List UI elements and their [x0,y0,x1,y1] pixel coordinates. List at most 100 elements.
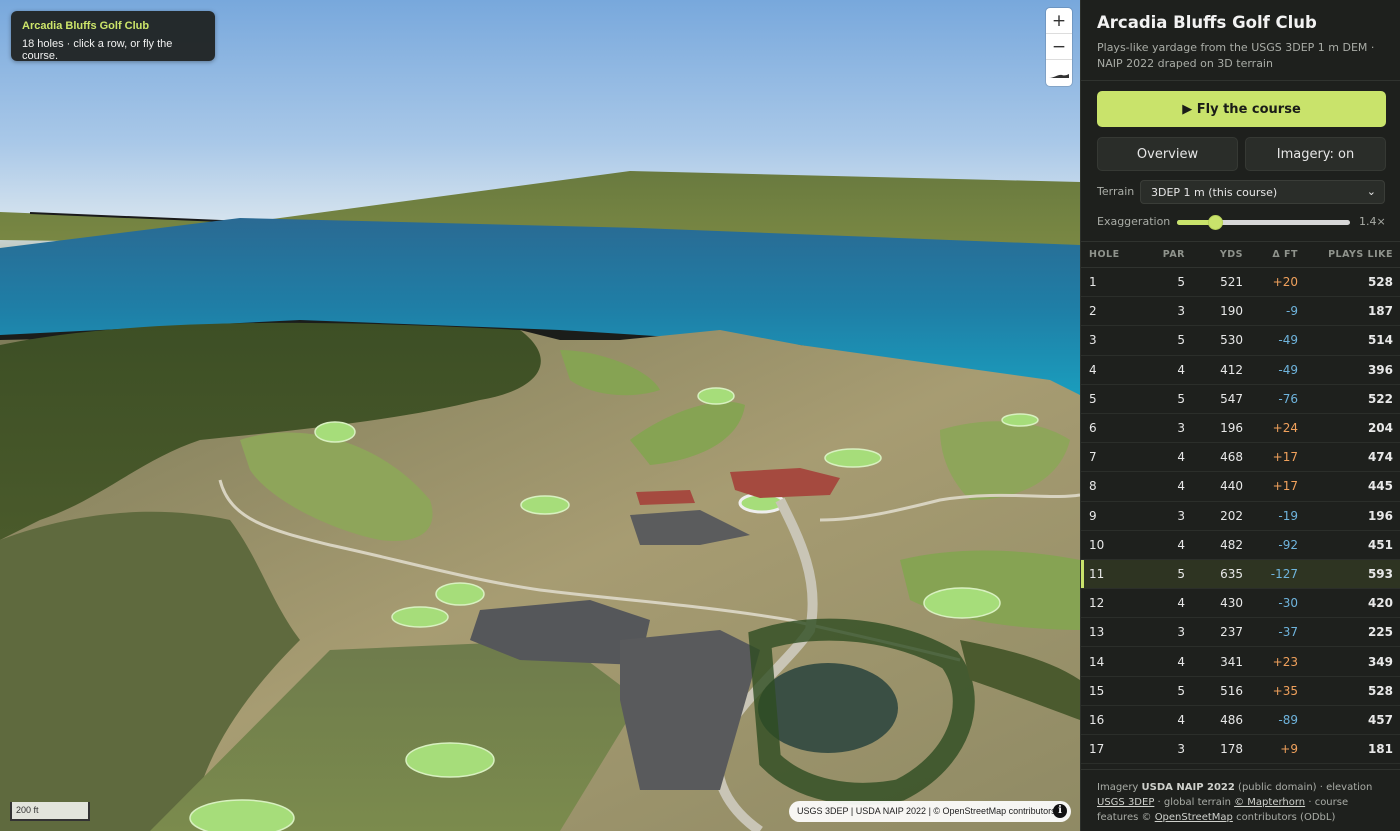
cell-par: 5 [1177,391,1185,406]
footer-link-3dep[interactable]: USGS 3DEP [1097,797,1154,808]
cell-hole: 7 [1089,450,1097,465]
building-roof [636,490,695,505]
cell-delta-ft: +9 [1280,742,1298,757]
cell-par: 5 [1177,566,1185,581]
cell-hole: 1 [1089,275,1097,290]
cell-plays-like: 528 [1367,275,1393,290]
exaggeration-slider-thumb[interactable] [1208,215,1224,230]
cell-plays-like: 225 [1367,625,1393,640]
cell-plays-like: 474 [1367,450,1393,465]
table-row[interactable]: 1 5 521 +20 528 [1081,268,1400,298]
exaggeration-slider[interactable] [1177,215,1350,230]
table-header: HOLE PAR YDS Δ FT PLAYS LIKE [1081,241,1400,268]
cell-par: 3 [1177,421,1185,436]
table-row[interactable]: 6 3 196 +24 204 [1081,414,1400,444]
cell-par: 4 [1177,362,1185,377]
table-row[interactable]: 13 3 237 -37 225 [1081,618,1400,648]
table-row[interactable]: 4 4 412 -49 396 [1081,356,1400,385]
header-plays-like: PLAYS LIKE [1328,249,1393,260]
footer-text: (public domain) · elevation [1234,782,1373,793]
cell-par: 3 [1177,742,1185,757]
cell-delta-ft: -37 [1278,625,1298,640]
cell-par: 3 [1177,625,1185,640]
table-row[interactable]: 17 3 178 +9 181 [1081,735,1400,765]
terrain-map[interactable]: Arcadia Bluffs Golf Club 18 holes · clic… [0,0,1080,831]
card-title: Arcadia Bluffs Golf Club [22,20,150,32]
table-row[interactable]: 3 5 530 -49 514 [1081,326,1400,356]
cell-yds: 530 [1220,333,1243,348]
table-row[interactable]: 14 4 341 +23 349 [1081,647,1400,677]
footer-link-osm[interactable]: OpenStreetMap [1155,812,1233,823]
table-row[interactable]: 15 5 516 +35 528 [1081,677,1400,706]
table-row[interactable]: 5 5 547 -76 522 [1081,385,1400,414]
cell-plays-like: 420 [1367,596,1393,611]
exaggeration-label: Exaggeration [1097,215,1171,228]
table-row[interactable]: 10 4 482 -92 451 [1081,531,1400,560]
cell-hole: 14 [1089,654,1105,669]
compass-pitch-button[interactable] [1046,60,1072,86]
cell-par: 4 [1177,450,1185,465]
cell-delta-ft: -92 [1278,537,1298,552]
cell-yds: 412 [1220,362,1243,377]
green-10 [189,799,295,831]
cell-plays-like: 349 [1367,654,1393,669]
info-icon[interactable]: i [1053,804,1067,818]
cell-plays-like: 181 [1367,742,1393,757]
table-row[interactable]: 2 3 190 -9 187 [1081,297,1400,327]
table-row[interactable]: 12 4 430 -30 420 [1081,589,1400,619]
cell-delta-ft: -127 [1270,566,1298,581]
cell-par: 4 [1177,596,1185,611]
cell-hole: 9 [1089,508,1097,523]
cell-yds: 635 [1220,566,1243,581]
cell-hole: 6 [1089,421,1097,436]
cell-plays-like: 528 [1367,683,1393,698]
cell-plays-like: 457 [1367,712,1393,727]
terrain-scene[interactable] [0,0,1080,831]
fly-the-course-button[interactable]: ▶ Fly the course [1097,91,1386,127]
cell-yds: 178 [1220,742,1243,757]
cell-yds: 516 [1220,683,1243,698]
terrain-select[interactable]: 3DEP 1 m (this course) ⌄ [1140,180,1385,204]
cell-delta-ft: -9 [1286,304,1298,319]
terrain-select-value: 3DEP 1 m (this course) [1151,186,1278,199]
footer-imagery-source: USDA NAIP 2022 [1141,782,1235,793]
table-row[interactable]: 9 3 202 -19 196 [1081,502,1400,531]
cell-hole: 15 [1089,683,1105,698]
cell-yds: 440 [1220,479,1243,494]
footer-text: © [1141,812,1155,823]
overview-button[interactable]: Overview [1097,137,1238,171]
footer-text: · global terrain [1154,797,1235,808]
cell-par: 3 [1177,304,1185,319]
cell-hole: 12 [1089,596,1105,611]
imagery-toggle-button[interactable]: Imagery: on [1245,137,1386,171]
green-5 [1001,413,1039,427]
cell-plays-like: 187 [1367,304,1393,319]
cell-yds: 468 [1220,450,1243,465]
table-row[interactable]: 7 4 468 +17 474 [1081,443,1400,473]
cell-plays-like: 593 [1367,566,1393,581]
zoom-out-button[interactable]: − [1046,34,1072,60]
cell-delta-ft: -19 [1278,508,1298,523]
cell-yds: 430 [1220,596,1243,611]
cell-delta-ft: -76 [1278,391,1298,406]
app-root: Arcadia Bluffs Golf Club 18 holes · clic… [0,0,1400,831]
card-subtitle: 18 holes · click a row, or fly the cours… [22,38,173,62]
cell-delta-ft: +20 [1272,275,1298,290]
footer-link-mapterhorn[interactable]: © Mapterhorn [1234,797,1305,808]
table-row[interactable]: 8 4 440 +17 445 [1081,472,1400,502]
side-panel: Arcadia Bluffs Golf Club Plays-like yard… [1080,0,1400,831]
cell-hole: 13 [1089,625,1105,640]
cell-yds: 196 [1220,421,1243,436]
cell-yds: 521 [1220,275,1243,290]
cell-hole: 16 [1089,712,1105,727]
cell-par: 3 [1177,508,1185,523]
zoom-in-button[interactable]: + [1046,8,1072,34]
green-3 [520,495,570,515]
table-row[interactable]: 16 4 486 -89 457 [1081,706,1400,735]
header-delta-ft: Δ FT [1272,249,1298,260]
table-row[interactable]: 11 5 635 -127 593 [1081,559,1400,590]
pitch-icon [1049,74,1069,78]
cell-delta-ft: +24 [1272,421,1298,436]
header-par: PAR [1162,249,1185,260]
header-yds: YDS [1219,249,1243,260]
